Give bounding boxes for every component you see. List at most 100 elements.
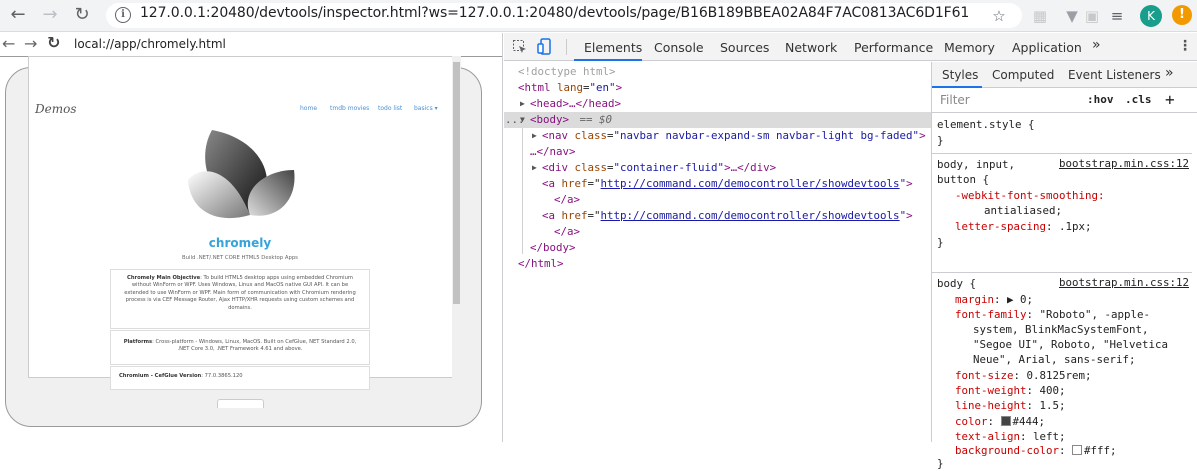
address-bar-url[interactable]: 127.0.0.1:20480/devtools/inspector.html?…	[140, 5, 969, 21]
app-reload-icon[interactable]: ↻	[47, 33, 60, 52]
vue-devtools-icon[interactable]: ▼	[1062, 6, 1082, 26]
inspect-element-icon[interactable]	[512, 39, 528, 55]
extension-icon-2[interactable]: ▣	[1082, 6, 1102, 26]
rule2-text-align[interactable]: text-align: left;	[955, 429, 1066, 445]
avatar[interactable]: K	[1140, 5, 1162, 27]
dom-a-href-link[interactable]: http://command.com/democontroller/showde…	[601, 177, 900, 190]
nav-link-home[interactable]: home	[300, 105, 317, 112]
nav-link-basics[interactable]: basics ▾	[414, 105, 438, 112]
page-button[interactable]	[217, 399, 264, 408]
media-queue-icon[interactable]: ≡	[1107, 6, 1127, 26]
subtab-computed[interactable]: Computed	[992, 68, 1054, 82]
app-forward-icon[interactable]: →	[24, 34, 37, 53]
rule1-prop-font-smoothing[interactable]: -webkit-font-smoothing:	[955, 188, 1105, 204]
more-subtabs-icon[interactable]: »	[1165, 65, 1174, 81]
expand-arrow-icon[interactable]: ▶	[520, 96, 525, 112]
tab-performance[interactable]: Performance	[854, 40, 933, 55]
devtools-menu-icon[interactable]: ⋮	[1178, 38, 1192, 54]
tab-active-indicator	[574, 59, 642, 61]
hov-toggle[interactable]: :hov	[1087, 93, 1114, 106]
dom-div-row[interactable]: ▶ <div class="container-fluid">…</div>	[504, 160, 931, 176]
rule2-font-weight[interactable]: font-weight: 400;	[955, 383, 1066, 399]
rule2-font-size[interactable]: font-size: 0.8125rem;	[955, 368, 1092, 384]
prop-font-family: font-family	[955, 308, 1027, 321]
styles-filter-input[interactable]: Filter	[940, 93, 970, 107]
rule1-val-font-smoothing[interactable]: antialiased;	[984, 203, 1062, 219]
dom-html-row[interactable]: <html lang="en">	[504, 80, 931, 96]
app-back-icon[interactable]: ←	[2, 34, 15, 53]
dom-equals: ="	[587, 177, 601, 190]
dom-a2-close-row[interactable]: </a>	[504, 224, 931, 240]
dom-a2-row[interactable]: <a href="http://command.com/democontroll…	[504, 208, 931, 224]
val-line-height: : 1.5;	[1026, 399, 1066, 412]
tab-sources[interactable]: Sources	[720, 40, 769, 55]
subtab-event-listeners[interactable]: Event Listeners	[1068, 68, 1161, 82]
tab-divider	[566, 39, 567, 55]
rule-body: body { bootstrap.min.css:12 margin: ▶ 0;…	[932, 274, 1192, 444]
info-icon[interactable]: i	[115, 7, 131, 23]
extension-icon[interactable]: ▦	[1030, 6, 1050, 26]
rule2-color[interactable]: color: #444;	[955, 414, 1045, 430]
rule2-source-link[interactable]: bootstrap.min.css:12	[1059, 276, 1189, 289]
bg-color-swatch-icon[interactable]	[1072, 445, 1083, 455]
tab-network[interactable]: Network	[785, 40, 837, 55]
nav-link-todo[interactable]: todo list	[378, 105, 402, 112]
brace-close: }	[937, 134, 944, 147]
back-icon[interactable]: ←	[6, 4, 30, 26]
tab-elements[interactable]: Elements	[584, 40, 642, 55]
dom-nav-row[interactable]: ▶ <nav class="navbar navbar-expand-sm nav…	[504, 128, 931, 144]
more-tabs-icon[interactable]: »	[1092, 37, 1101, 53]
dom-a1-row[interactable]: <a href="http://command.com/democontroll…	[504, 176, 931, 192]
rule1-selector[interactable]: body, input,	[937, 157, 1015, 173]
rule2-margin[interactable]: margin: ▶ 0;	[955, 292, 1033, 308]
forward-icon[interactable]: →	[38, 4, 62, 26]
rule1-letter-spacing[interactable]: letter-spacing: .1px;	[955, 219, 1092, 235]
expand-arrow-icon[interactable]: ▶	[532, 128, 537, 144]
tab-application[interactable]: Application	[1012, 40, 1082, 55]
dom-nav-close-row[interactable]: …</nav>	[504, 144, 931, 160]
rule1-source-link[interactable]: bootstrap.min.css:12	[1059, 157, 1189, 170]
rule1-selector-cont[interactable]: button {	[937, 172, 989, 188]
collapse-arrow-icon[interactable]: ▼	[520, 112, 525, 128]
chromely-logo	[188, 130, 295, 219]
platforms-card: Platforms: Cross-platform - Windows, Lin…	[110, 330, 370, 365]
reload-icon[interactable]: ↻	[70, 4, 94, 26]
dom-body-close-row[interactable]: </body>	[504, 240, 931, 256]
page-scrollbar-thumb[interactable]	[453, 62, 460, 304]
val-font-size: : 0.8125rem;	[1013, 369, 1092, 382]
dom-a-close: </a>	[554, 225, 581, 238]
dom-doctype-row[interactable]: <!doctype html>	[504, 64, 931, 80]
rule2-selector[interactable]: body {	[937, 276, 976, 292]
color-swatch-icon[interactable]	[1000, 416, 1011, 426]
rule2-background-color[interactable]: background-color: #fff;	[955, 444, 1117, 458]
val-font-weight: : 400;	[1026, 384, 1066, 397]
tab-console[interactable]: Console	[654, 40, 704, 55]
version-text: : 77.0.3865.120	[201, 373, 243, 379]
tab-memory[interactable]: Memory	[944, 40, 995, 55]
dom-a1-close-row[interactable]: </a>	[504, 192, 931, 208]
dom-a-tag: <a	[542, 177, 562, 190]
app-url[interactable]: local://app/chromely.html	[74, 37, 226, 51]
dom-body-row-selected[interactable]: ... ▼ <body> == $0	[504, 112, 931, 128]
dom-head-row[interactable]: ▶ <head>…</head>	[504, 96, 931, 112]
subtab-styles[interactable]: Styles	[942, 68, 978, 82]
expand-arrow-icon[interactable]: ▶	[532, 160, 537, 176]
device-toolbar-icon[interactable]	[537, 38, 553, 56]
val-font-family-1: : "Roboto", -apple-	[1026, 308, 1151, 321]
rule2-font-family[interactable]: font-family: "Roboto", -apple-	[955, 307, 1150, 323]
update-icon[interactable]: !	[1172, 5, 1192, 25]
nav-link-tmdb[interactable]: tmdb movies	[330, 105, 369, 112]
dom-selected-marker: == $0	[573, 113, 613, 126]
styles-subtabs: Styles Computed Event Listeners »	[932, 62, 1197, 88]
app-brand[interactable]: Demos	[35, 102, 76, 116]
objective-card: Chromely Main Objective: To build HTML5 …	[110, 269, 370, 329]
dom-a-href-link[interactable]: http://command.com/democontroller/showde…	[601, 209, 900, 222]
bookmark-star-icon[interactable]: ☆	[989, 6, 1009, 26]
prop-font-size: font-size	[955, 369, 1014, 382]
dom-html-close-row[interactable]: </html>	[504, 256, 931, 272]
element-style-selector[interactable]: element.style {	[937, 117, 1035, 133]
dom-head: <head>…</head>	[530, 97, 622, 110]
rule2-line-height[interactable]: line-height: 1.5;	[955, 398, 1066, 414]
new-rule-icon[interactable]: +	[1165, 90, 1175, 109]
cls-toggle[interactable]: .cls	[1125, 93, 1152, 106]
